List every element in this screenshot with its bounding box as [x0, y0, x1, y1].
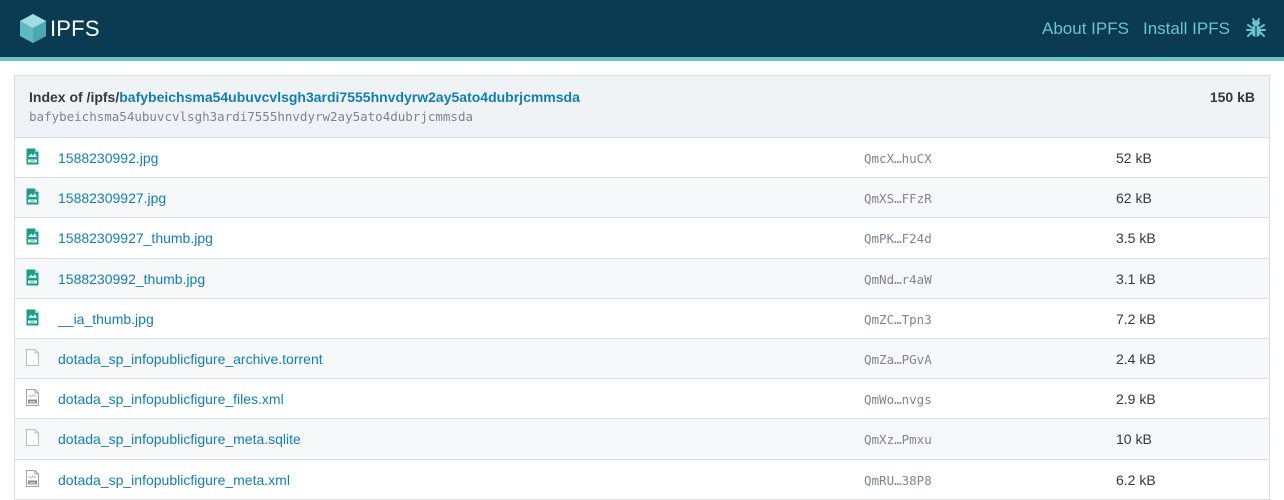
- nav-install-ipfs[interactable]: Install IPFS: [1143, 19, 1230, 39]
- file-hash-link[interactable]: QmRU…38P8: [864, 473, 932, 488]
- file-size: 3.5 kB: [1116, 230, 1156, 247]
- total-size: 150 kB: [1209, 89, 1255, 105]
- file-row: </> XML dotada_sp_infopublicfigure_files.x…: [15, 379, 1269, 420]
- jpg-file-icon[interactable]: JPG: [26, 228, 39, 245]
- file-hash-link[interactable]: QmWo…nvgs: [864, 392, 932, 407]
- svg-text:JPG: JPG: [29, 240, 34, 244]
- ipfs-cube-icon: [20, 14, 46, 43]
- file-row: </> XML dotada_sp_infopublicfigure_meta.xm…: [15, 460, 1269, 500]
- svg-text:JPG: JPG: [29, 320, 34, 324]
- file-hash-link[interactable]: QmXS…FFzR: [864, 191, 932, 206]
- file-name-link[interactable]: dotada_sp_infopublicfigure_archive.torre…: [58, 351, 323, 367]
- file-size: 52 kB: [1116, 150, 1152, 166]
- xml-file-icon[interactable]: </> XML: [26, 389, 39, 407]
- jpg-file-icon[interactable]: JPG: [26, 188, 39, 205]
- file-hash-link[interactable]: QmZC…Tpn3: [864, 312, 932, 327]
- svg-text:JPG: JPG: [29, 199, 34, 203]
- file-name-link[interactable]: dotada_sp_infopublicfigure_files.xml: [58, 391, 284, 407]
- xml-file-icon[interactable]: </> XML: [26, 469, 39, 487]
- file-row: JPG 1588230992_thumb.jpg QmNd…r4aW 3.1 kB: [15, 258, 1269, 299]
- generic-file-icon[interactable]: [26, 429, 39, 447]
- file-size: 6.2 kB: [1116, 471, 1156, 488]
- file-size: 7.2 kB: [1116, 310, 1156, 327]
- cid-link[interactable]: bafybeichsma54ubuvcvlsgh3ardi7555hnvdyrw…: [119, 89, 580, 105]
- listing-title: Index of /ipfs/bafybeichsma54ubuvcvlsgh3…: [29, 89, 580, 105]
- file-name-link[interactable]: dotada_sp_infopublicfigure_meta.sqlite: [58, 431, 301, 447]
- top-bar: IPFS About IPFS Install IPFS: [0, 0, 1284, 57]
- listing-header: Index of /ipfs/bafybeichsma54ubuvcvlsgh3…: [15, 76, 1269, 138]
- svg-text:</>: </>: [28, 394, 36, 399]
- jpg-file-icon[interactable]: JPG: [26, 309, 39, 326]
- file-name-link[interactable]: 15882309927.jpg: [58, 190, 166, 206]
- file-name-link[interactable]: 15882309927_thumb.jpg: [58, 230, 213, 246]
- file-name-link[interactable]: dotada_sp_infopublicfigure_meta.xml: [58, 472, 290, 488]
- svg-text:JPG: JPG: [29, 159, 34, 163]
- svg-text:XML: XML: [29, 400, 36, 404]
- file-row: dotada_sp_infopublicfigure_meta.sqlite Qm…: [15, 419, 1269, 460]
- file-size: 2.9 kB: [1116, 391, 1156, 408]
- file-row: JPG 15882309927.jpg QmXS…FFzR 62 kB: [15, 178, 1269, 219]
- file-hash-link[interactable]: QmNd…r4aW: [864, 272, 932, 287]
- file-row: JPG 1588230992.jpg QmcX…huCX 52 kB: [15, 138, 1269, 179]
- file-hash-link[interactable]: QmZa…PGvA: [864, 352, 932, 367]
- listing-cid: bafybeichsma54ubuvcvlsgh3ardi7555hnvdyrw…: [29, 109, 474, 124]
- ipfs-logo[interactable]: IPFS: [19, 13, 100, 44]
- file-hash-link[interactable]: QmXz…Pmxu: [864, 432, 932, 447]
- svg-text:</>: </>: [28, 474, 36, 479]
- directory-listing: Index of /ipfs/bafybeichsma54ubuvcvlsgh3…: [14, 75, 1270, 500]
- accent-stripe: [0, 57, 1284, 61]
- file-row: JPG 15882309927_thumb.jpg QmPK…F24d 3.5 kB: [15, 218, 1269, 259]
- file-hash-link[interactable]: QmcX…huCX: [864, 151, 932, 166]
- jpg-file-icon[interactable]: JPG: [26, 148, 39, 165]
- file-name-link[interactable]: 1588230992.jpg: [58, 150, 158, 166]
- svg-text:JPG: JPG: [29, 280, 34, 284]
- svg-text:XML: XML: [29, 480, 36, 484]
- title-prefix: Index of /ipfs/: [29, 89, 120, 105]
- file-size: 3.1 kB: [1116, 270, 1156, 287]
- file-size: 10 kB: [1116, 431, 1152, 448]
- file-name-link[interactable]: __ia_thumb.jpg: [58, 311, 154, 327]
- file-hash-link[interactable]: QmPK…F24d: [864, 231, 932, 246]
- file-row: JPG __ia_thumb.jpg QmZC…Tpn3 7.2 kB: [15, 299, 1269, 339]
- file-size: 62 kB: [1116, 190, 1152, 207]
- logo-text: IPFS: [50, 15, 100, 41]
- jpg-file-icon[interactable]: JPG: [26, 269, 39, 286]
- bug-icon[interactable]: [1244, 16, 1268, 40]
- file-row: dotada_sp_infopublicfigure_archive.torre…: [15, 338, 1269, 380]
- nav-about-ipfs[interactable]: About IPFS: [1042, 19, 1129, 39]
- file-list: JPG 1588230992.jpg QmcX…huCX 52 kB JPG 158823…: [15, 138, 1269, 500]
- file-size: 2.4 kB: [1116, 350, 1156, 367]
- generic-file-icon[interactable]: [26, 348, 39, 366]
- file-name-link[interactable]: 1588230992_thumb.jpg: [58, 271, 205, 287]
